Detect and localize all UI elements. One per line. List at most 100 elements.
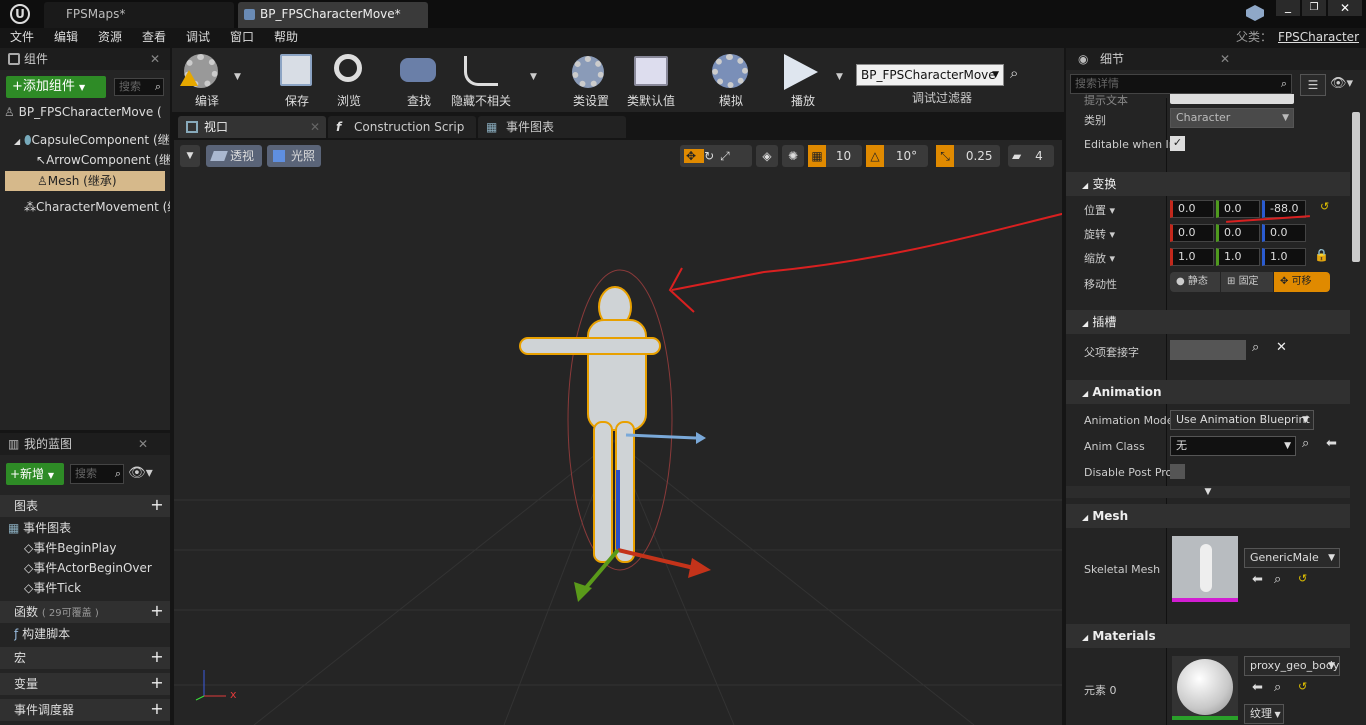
close-tab-icon[interactable]: ✕: [150, 48, 160, 70]
close-button[interactable]: ✕: [1328, 0, 1362, 16]
mesh-use-selected-icon[interactable]: ⬅: [1252, 572, 1263, 587]
rotation-snap-button[interactable]: △ 10°: [866, 145, 928, 167]
component-root[interactable]: ♙ BP_FPSCharacterMove (: [4, 102, 170, 122]
debug-search-icon[interactable]: ⌕: [1010, 64, 1018, 82]
menu-view[interactable]: 查看: [142, 28, 166, 47]
event-beginplay[interactable]: ◇事件BeginPlay: [24, 538, 170, 558]
graphs-section[interactable]: 图表 +: [0, 495, 170, 517]
compile-options-dropdown[interactable]: ▼: [234, 72, 241, 82]
location-y[interactable]: 0.0: [1216, 200, 1260, 218]
menu-debug[interactable]: 调试: [186, 28, 210, 47]
scale-x[interactable]: 1.0: [1170, 248, 1214, 266]
macros-section[interactable]: 宏 +: [0, 647, 170, 669]
viewport[interactable]: x ▼ 透视 光照 ✥ ↻⤢ ◈ ✺ ▦ 10 △ 10° ⤡ 0.25 ▰ 4: [174, 140, 1062, 725]
simulate-button[interactable]: 模拟: [696, 50, 766, 110]
mobility-static-button[interactable]: ● 静态: [1170, 272, 1220, 292]
camera-speed-button[interactable]: ▰ 4: [1008, 145, 1054, 167]
scale-label[interactable]: 缩放 ▾: [1084, 250, 1115, 266]
anim-mode-select[interactable]: Use Animation Blueprint ▼: [1170, 410, 1314, 430]
material-thumbnail[interactable]: [1172, 656, 1238, 720]
construction-script-item[interactable]: ƒ 构建脚本: [14, 624, 170, 644]
property-matrix-button[interactable]: ☰: [1300, 74, 1326, 96]
minimize-button[interactable]: _: [1276, 0, 1300, 16]
anim-class-search-icon[interactable]: ⌕: [1302, 436, 1309, 451]
close-tab-icon[interactable]: ✕: [138, 433, 148, 455]
tab-fpsmaps[interactable]: FPSMaps*: [44, 2, 234, 28]
rotation-y[interactable]: 0.0: [1216, 224, 1260, 242]
close-tab-icon[interactable]: ✕: [1220, 48, 1230, 70]
component-arrow[interactable]: ↖ArrowComponent (继: [36, 150, 170, 170]
grid-snap-button[interactable]: ▦ 10: [808, 145, 862, 167]
lighting-button[interactable]: 光照: [267, 145, 321, 167]
socket-search-icon[interactable]: ⌕: [1252, 340, 1259, 355]
new-button[interactable]: +新增 ▼: [6, 463, 64, 485]
rotate-tool-icon[interactable]: ↻: [704, 149, 720, 163]
category-select[interactable]: Character ▼: [1170, 108, 1294, 128]
parent-socket-input[interactable]: [1170, 340, 1246, 360]
tab-event-graph[interactable]: ▦ 事件图表: [478, 116, 626, 138]
world-local-button[interactable]: ◈: [756, 145, 778, 167]
component-movement[interactable]: ⁂CharacterMovement (继: [24, 197, 170, 217]
rotation-label[interactable]: 旋转 ▾: [1084, 226, 1115, 242]
hide-options-dropdown[interactable]: ▼: [530, 72, 537, 82]
move-tool-icon[interactable]: ✥: [684, 149, 705, 163]
unreal-logo-icon[interactable]: U: [10, 4, 30, 24]
rotation-x[interactable]: 0.0: [1170, 224, 1214, 242]
skeletal-mesh-select[interactable]: GenericMale ▼: [1244, 548, 1340, 568]
hide-unrelated-button[interactable]: 隐藏不相关: [446, 50, 516, 110]
tab-construction-script[interactable]: f Construction Scrip: [328, 116, 476, 138]
menu-asset[interactable]: 资源: [98, 28, 122, 47]
viewport-options-button[interactable]: ▼: [180, 145, 200, 167]
skeletal-mesh-thumbnail[interactable]: [1172, 536, 1238, 602]
tab-bp-character[interactable]: BP_FPSCharacterMove*: [238, 2, 428, 28]
add-graph-button[interactable]: +: [150, 497, 164, 513]
editable-checkbox[interactable]: ✓: [1170, 136, 1185, 151]
location-label[interactable]: 位置 ▾: [1084, 202, 1115, 218]
anim-class-select[interactable]: 无 ▼: [1170, 436, 1296, 456]
blueprint-search-input[interactable]: 搜索 ⌕: [70, 464, 124, 484]
material-browse-icon[interactable]: ⌕: [1274, 680, 1281, 695]
surface-snap-button[interactable]: ✺: [782, 145, 804, 167]
texture-select[interactable]: 纹理 ▼: [1244, 704, 1284, 724]
material-reset-icon[interactable]: ↺: [1298, 680, 1307, 693]
sockets-category[interactable]: ◢ 插槽: [1066, 310, 1350, 334]
component-capsule[interactable]: ◢ ⬮CapsuleComponent (继: [14, 130, 170, 150]
reset-to-default-icon[interactable]: ↺: [1320, 200, 1329, 213]
find-button[interactable]: 查找: [384, 50, 454, 110]
mesh-reset-icon[interactable]: ↺: [1298, 572, 1307, 585]
scale-y[interactable]: 1.0: [1216, 248, 1260, 266]
mesh-browse-icon[interactable]: ⌕: [1274, 572, 1281, 587]
play-button[interactable]: 播放: [768, 50, 838, 110]
materials-category[interactable]: ◢ Materials: [1066, 624, 1350, 648]
advanced-expand-arrow[interactable]: ▼: [1066, 486, 1350, 498]
lock-icon[interactable]: 🔒: [1314, 248, 1329, 262]
mesh-category[interactable]: ◢ Mesh: [1066, 504, 1350, 528]
scale-z[interactable]: 1.0: [1262, 248, 1306, 266]
location-x[interactable]: 0.0: [1170, 200, 1214, 218]
anim-class-use-selected-icon[interactable]: ⬅: [1326, 436, 1337, 451]
scale-snap-button[interactable]: ⤡ 0.25: [936, 145, 1000, 167]
parent-class-link[interactable]: FPSCharacter: [1278, 28, 1359, 47]
event-graph-item[interactable]: ▦ 事件图表: [8, 518, 168, 538]
eye-icon[interactable]: 👁▾: [128, 465, 153, 481]
tooltip-input[interactable]: [1170, 94, 1294, 104]
browse-button[interactable]: 浏览: [314, 50, 384, 110]
component-mesh[interactable]: ♙Mesh (继承): [5, 171, 165, 191]
disable-post-checkbox[interactable]: [1170, 464, 1185, 479]
menu-help[interactable]: 帮助: [274, 28, 298, 47]
maximize-button[interactable]: ❐: [1302, 0, 1326, 16]
add-component-button[interactable]: +添加组件 ▼: [6, 76, 106, 98]
transform-tools[interactable]: ✥ ↻⤢: [680, 145, 752, 167]
dispatchers-section[interactable]: 事件调度器 +: [0, 699, 170, 721]
mobility-stationary-button[interactable]: ⊞ 固定: [1221, 272, 1273, 292]
scale-tool-icon[interactable]: ⤢: [720, 149, 736, 163]
menu-window[interactable]: 窗口: [230, 28, 254, 47]
rotation-z[interactable]: 0.0: [1262, 224, 1306, 242]
material-use-selected-icon[interactable]: ⬅: [1252, 680, 1263, 695]
menu-edit[interactable]: 编辑: [54, 28, 78, 47]
transform-category[interactable]: ◢ 变换: [1066, 172, 1350, 196]
menu-file[interactable]: 文件: [10, 28, 34, 47]
socket-clear-icon[interactable]: ✕: [1276, 340, 1287, 355]
perspective-button[interactable]: 透视: [206, 145, 262, 167]
details-search-input[interactable]: 搜索详情 ⌕: [1070, 74, 1292, 94]
